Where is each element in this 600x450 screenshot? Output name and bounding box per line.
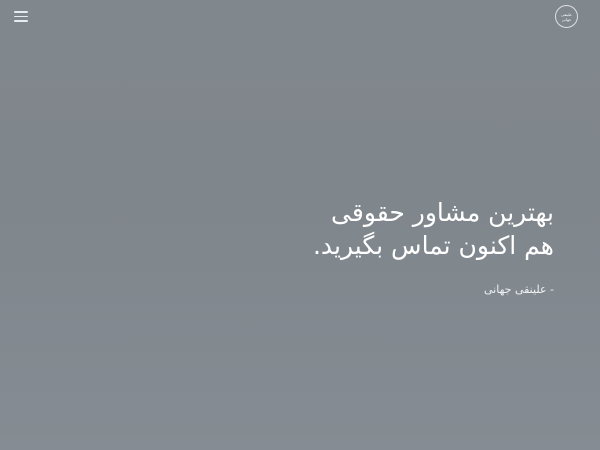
site-logo[interactable]: علینقی جهانی	[555, 5, 578, 28]
hero-title-line1: بهترین مشاور حقوقی	[331, 198, 554, 227]
hero-title-line2: هم اکنون تماس بگیرید.	[312, 231, 554, 260]
hamburger-menu-icon[interactable]	[14, 9, 30, 23]
menu-bar-top	[14, 11, 28, 13]
logo-text-line2: جهانی	[561, 16, 572, 22]
menu-bar-middle	[14, 15, 28, 18]
hero-author: - علینقی جهانی	[484, 283, 554, 296]
top-navigation-bar: علینقی جهانی	[0, 0, 600, 36]
menu-bar-bottom	[14, 20, 28, 22]
hero-section: بهترین مشاور حقوقی هم اکنون تماس بگیرید.…	[134, 196, 554, 298]
hero-title: بهترین مشاور حقوقی هم اکنون تماس بگیرید.	[134, 196, 554, 262]
